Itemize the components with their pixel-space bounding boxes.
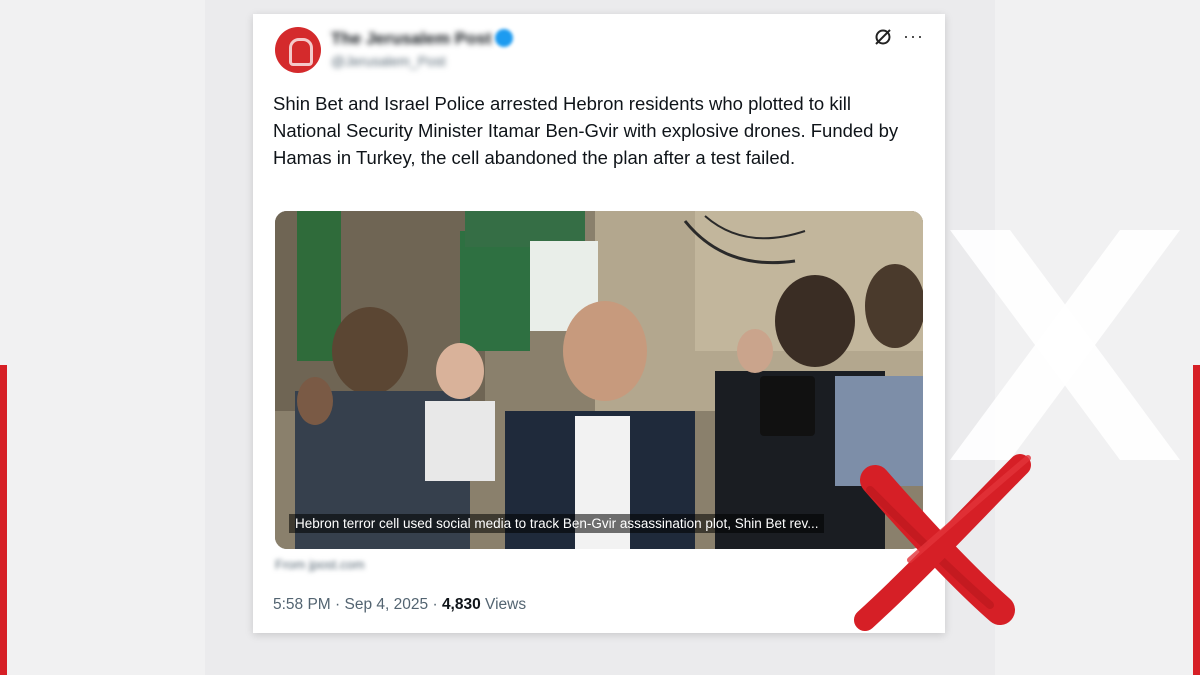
- verified-badge-icon: [495, 29, 513, 47]
- account-name[interactable]: The Jerusalem Post: [331, 29, 492, 49]
- red-x-mark: [854, 454, 1031, 631]
- views-label: Views: [485, 596, 527, 613]
- post-media[interactable]: Hebron terror cell used social media to …: [275, 211, 923, 549]
- watermark-x-icon: [950, 230, 1180, 460]
- left-red-bar: [0, 365, 7, 675]
- post-text: Shin Bet and Israel Police arrested Hebr…: [273, 93, 899, 168]
- meta-separator: ·: [335, 596, 341, 613]
- more-options-icon[interactable]: ···: [903, 26, 924, 47]
- media-caption: Hebron terror cell used social media to …: [289, 514, 825, 533]
- meta-separator: ·: [432, 596, 438, 613]
- jpost-logo-icon[interactable]: [275, 27, 321, 73]
- grok-icon[interactable]: [873, 27, 893, 47]
- views-count: 4,830: [441, 596, 481, 613]
- account-handle[interactable]: @Jerusalem_Post: [331, 53, 446, 69]
- link-source[interactable]: From jpost.com: [275, 557, 365, 572]
- post-time[interactable]: 5:58 PM: [273, 596, 331, 613]
- post-date[interactable]: Sep 4, 2025: [345, 596, 429, 613]
- news-photo: [275, 211, 923, 549]
- post-card[interactable]: The Jerusalem Post @Jerusalem_Post ··· S…: [253, 14, 945, 633]
- post-meta: 5:58 PM · Sep 4, 2025 · 4,830 Views: [273, 596, 526, 614]
